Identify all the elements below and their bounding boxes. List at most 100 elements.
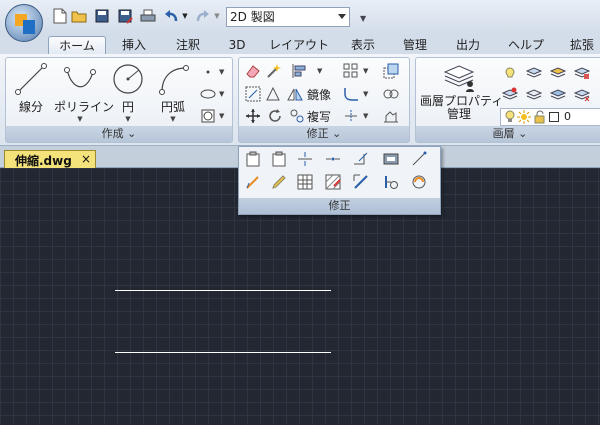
drawn-line[interactable] bbox=[115, 352, 331, 353]
workspace-value: 2D 製図 bbox=[230, 10, 275, 24]
stretch-icon[interactable] bbox=[245, 86, 261, 102]
modify-flyout-title: 修正 bbox=[239, 198, 440, 214]
customize-qat-icon[interactable]: ▼ bbox=[360, 10, 366, 24]
layer-properties-label-1: 画層プロパティ bbox=[420, 94, 504, 108]
modify-panel-title[interactable]: 修正 ⌄ bbox=[239, 126, 409, 142]
align-icon[interactable] bbox=[291, 63, 307, 79]
quick-access-toolbar: ▼ ▼ 2D 製図 ▼ bbox=[0, 0, 600, 42]
lengthen-icon[interactable] bbox=[411, 151, 427, 167]
edit-spline-icon[interactable] bbox=[245, 174, 261, 190]
layer-properties-button[interactable]: 画層プロパティ 管理 bbox=[420, 62, 504, 121]
magic-wand-icon[interactable] bbox=[265, 63, 281, 79]
tab-extensions[interactable]: 拡張 bbox=[561, 36, 600, 54]
paste-clipboard-icon[interactable] bbox=[271, 151, 287, 167]
copy-icon[interactable] bbox=[289, 108, 305, 124]
layer-off-icon[interactable] bbox=[502, 64, 518, 80]
save-as-icon[interactable] bbox=[117, 8, 133, 24]
layer-panel-title[interactable]: 画層 ⌄ bbox=[416, 126, 600, 142]
modify-panel: ▼ ▼ 鏡像 ▼ 複写 ▼ 修正 ⌄ bbox=[238, 57, 410, 143]
scale-icon[interactable] bbox=[383, 63, 399, 79]
array-icon[interactable] bbox=[343, 63, 359, 79]
new-icon[interactable] bbox=[52, 8, 68, 24]
arc-icon bbox=[159, 65, 189, 95]
layer-select[interactable]: 0 bbox=[500, 108, 600, 126]
document-tab-name: 伸縮.dwg bbox=[15, 154, 72, 168]
chevron-down-icon[interactable]: ▼ bbox=[363, 90, 368, 98]
workspace-select[interactable]: 2D 製図 bbox=[226, 7, 350, 27]
chevron-down-icon: ▼ bbox=[125, 115, 131, 123]
application-menu-button[interactable] bbox=[5, 4, 43, 42]
reverse-icon[interactable] bbox=[411, 174, 427, 190]
layer-isolate-icon[interactable] bbox=[526, 64, 542, 80]
current-layer-name: 0 bbox=[564, 110, 571, 123]
layer-merge-icon[interactable] bbox=[550, 86, 566, 102]
redo-dropdown-icon[interactable]: ▼ bbox=[213, 8, 221, 24]
chevron-down-icon[interactable]: ▼ bbox=[363, 112, 368, 120]
edit-polyline-icon[interactable] bbox=[383, 108, 399, 124]
fillet-icon[interactable] bbox=[343, 86, 359, 102]
join-icon[interactable] bbox=[383, 86, 399, 102]
polyline-button[interactable]: ポリライン ▼ bbox=[54, 62, 115, 123]
tab-annotate[interactable]: 注釈 bbox=[166, 36, 210, 54]
chevron-down-icon bbox=[338, 14, 346, 19]
rotate-mirror-icon[interactable] bbox=[265, 86, 281, 102]
trim-icon[interactable] bbox=[343, 108, 359, 124]
break-icon[interactable] bbox=[297, 151, 313, 167]
layer-freeze-icon[interactable] bbox=[550, 64, 566, 80]
tab-insert[interactable]: 挿入 bbox=[112, 36, 156, 54]
offset-icon[interactable] bbox=[353, 174, 369, 190]
unlock-icon bbox=[532, 109, 548, 125]
line-label: 線分 bbox=[18, 100, 43, 114]
tab-manage[interactable]: 管理 bbox=[394, 36, 436, 54]
print-icon[interactable] bbox=[140, 8, 156, 24]
point-icon[interactable] bbox=[200, 64, 216, 80]
break-at-point-icon[interactable] bbox=[325, 151, 341, 167]
circle-button[interactable]: 円 ▼ bbox=[110, 62, 146, 123]
tab-3d[interactable]: 3D bbox=[220, 36, 254, 54]
sun-icon bbox=[516, 109, 532, 125]
layer-lock-icon[interactable] bbox=[574, 64, 590, 80]
document-tab[interactable]: 伸縮.dwg × bbox=[4, 150, 96, 168]
tab-layout[interactable]: レイアウト bbox=[264, 36, 334, 54]
mirror-icon[interactable] bbox=[287, 86, 303, 102]
copy-label[interactable]: 複写 bbox=[307, 108, 331, 125]
draw-panel-title[interactable]: 作成 ⌄ bbox=[6, 126, 232, 142]
chevron-down-icon[interactable]: ▼ bbox=[363, 67, 368, 75]
arc-button[interactable]: 円弧 ▼ bbox=[152, 62, 194, 123]
ellipse-icon[interactable] bbox=[200, 86, 216, 102]
explode-icon[interactable] bbox=[353, 151, 369, 167]
tab-view[interactable]: 表示 bbox=[342, 36, 384, 54]
undo-icon[interactable] bbox=[163, 8, 179, 24]
layer-properties-label-2: 管理 bbox=[446, 107, 471, 121]
redo-icon[interactable] bbox=[195, 8, 211, 24]
drawn-line[interactable] bbox=[115, 290, 331, 291]
layer-walk-icon[interactable] bbox=[526, 86, 542, 102]
open-icon[interactable] bbox=[71, 8, 87, 24]
save-icon[interactable] bbox=[94, 8, 110, 24]
chevron-down-icon[interactable]: ▼ bbox=[219, 90, 224, 98]
layer-match-icon[interactable] bbox=[502, 86, 518, 102]
chevron-down-icon[interactable]: ▼ bbox=[219, 68, 224, 76]
mirror-label[interactable]: 鏡像 bbox=[307, 86, 331, 103]
move-icon[interactable] bbox=[245, 108, 261, 124]
hatch-icon[interactable] bbox=[200, 108, 216, 124]
tab-home[interactable]: ホーム bbox=[48, 36, 106, 54]
rotate-icon[interactable] bbox=[267, 108, 283, 124]
polyline-label: ポリライン bbox=[54, 100, 115, 114]
layer-delete-icon[interactable] bbox=[574, 86, 590, 102]
eraser-icon[interactable] bbox=[245, 63, 261, 79]
hatch-edit-icon[interactable] bbox=[325, 174, 341, 190]
tab-output[interactable]: 出力 bbox=[447, 36, 489, 54]
line-button[interactable]: 線分 bbox=[12, 62, 50, 115]
chevron-down-icon[interactable]: ▼ bbox=[317, 67, 322, 75]
close-icon[interactable]: × bbox=[81, 152, 91, 166]
pencil-icon[interactable] bbox=[271, 174, 287, 190]
table-edit-icon[interactable] bbox=[297, 174, 313, 190]
block-icon[interactable] bbox=[383, 151, 399, 167]
undo-dropdown-icon[interactable]: ▼ bbox=[181, 8, 189, 24]
chevron-down-icon[interactable]: ▼ bbox=[219, 112, 224, 120]
chevron-down-icon: ▼ bbox=[77, 115, 83, 123]
change-properties-icon[interactable] bbox=[383, 174, 399, 190]
copy-clipboard-icon[interactable] bbox=[245, 151, 261, 167]
tab-help[interactable]: ヘルプ bbox=[501, 36, 551, 54]
